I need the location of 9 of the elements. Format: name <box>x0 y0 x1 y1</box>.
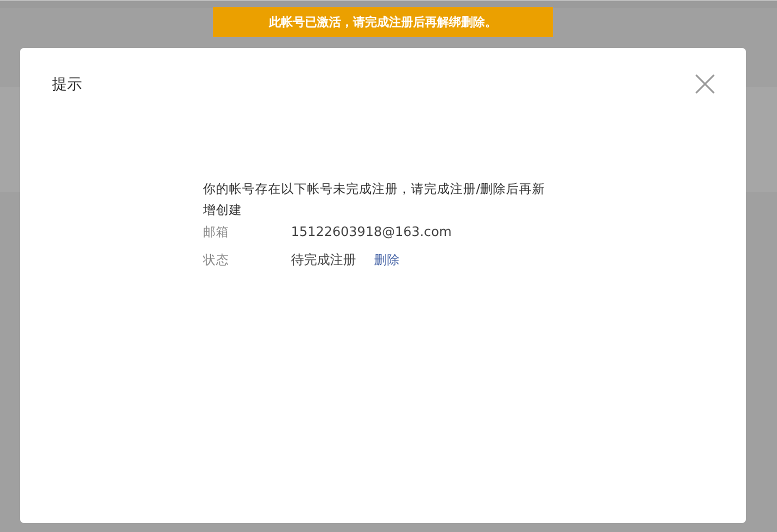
notice-banner: 此帐号已激活，请完成注册后再解绑删除。 <box>213 7 553 37</box>
close-icon[interactable] <box>695 74 715 94</box>
field-value: 15122603918@163.com <box>291 224 452 240</box>
field-value: 待完成注册 <box>291 252 356 269</box>
field-label: 邮箱 <box>203 224 230 240</box>
delete-link[interactable]: 删除 <box>374 252 400 268</box>
field-label: 状态 <box>203 252 230 268</box>
message-text: 你的帐号存在以下帐号未完成注册，请完成注册/删除后再新增创建 <box>203 180 546 219</box>
dialog-title: 提示 <box>52 74 82 94</box>
